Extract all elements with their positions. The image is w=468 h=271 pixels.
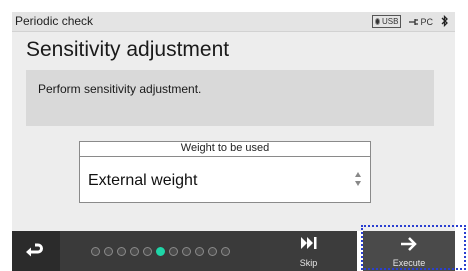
- progress-dot: [90, 246, 100, 256]
- progress-dot: [116, 246, 126, 256]
- progress-dot: [168, 246, 178, 256]
- status-icons: USB PC: [372, 14, 449, 29]
- usb-label: USB: [382, 17, 399, 26]
- skip-forward-icon: [300, 237, 316, 249]
- pc-connection-icon: PC: [409, 17, 433, 27]
- arrow-right-icon: [401, 237, 417, 251]
- weight-label: Weight to be used: [80, 142, 370, 157]
- message-box: Perform sensitivity adjustment.: [26, 70, 434, 126]
- execute-button[interactable]: Execute: [363, 231, 455, 271]
- status-title: Periodic check: [15, 14, 94, 28]
- back-button[interactable]: [12, 231, 60, 271]
- progress-dot: [207, 246, 217, 256]
- spinner-arrows-icon: [355, 172, 361, 186]
- usb-icon: USB: [372, 15, 402, 28]
- bottom-bar: Skip Execute: [12, 231, 455, 271]
- return-arrow-icon: [26, 243, 43, 257]
- progress-dots: [60, 231, 260, 271]
- weight-selected-value: External weight: [88, 172, 198, 189]
- skip-label: Skip: [299, 258, 318, 268]
- skip-button[interactable]: Skip: [260, 231, 357, 271]
- weight-select[interactable]: External weight: [80, 157, 370, 202]
- progress-dot-active: [155, 246, 165, 256]
- weight-panel: Weight to be used External weight: [79, 141, 371, 203]
- device-screen: Periodic check USB PC Sensitivity adjust…: [12, 12, 455, 271]
- progress-dot: [142, 246, 152, 256]
- progress-dot: [129, 246, 139, 256]
- execute-label: Execute: [392, 258, 426, 268]
- pc-label: PC: [420, 16, 433, 27]
- progress-dot: [220, 246, 230, 256]
- page-title: Sensitivity adjustment: [26, 38, 230, 61]
- bluetooth-icon: [441, 14, 449, 29]
- status-bar: Periodic check USB PC: [12, 12, 455, 32]
- progress-dot: [194, 246, 204, 256]
- progress-dot: [181, 246, 191, 256]
- message-text: Perform sensitivity adjustment.: [38, 82, 202, 96]
- progress-dot: [103, 246, 113, 256]
